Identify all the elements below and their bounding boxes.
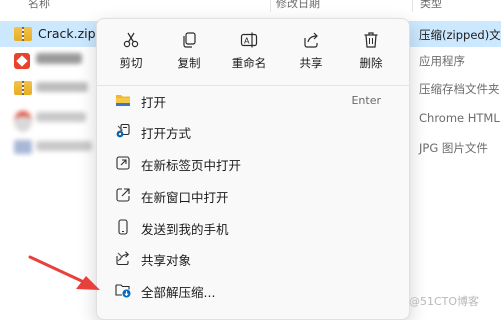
annotation-arrow [28,255,100,290]
watermark: @51CTO博客 [409,295,480,308]
